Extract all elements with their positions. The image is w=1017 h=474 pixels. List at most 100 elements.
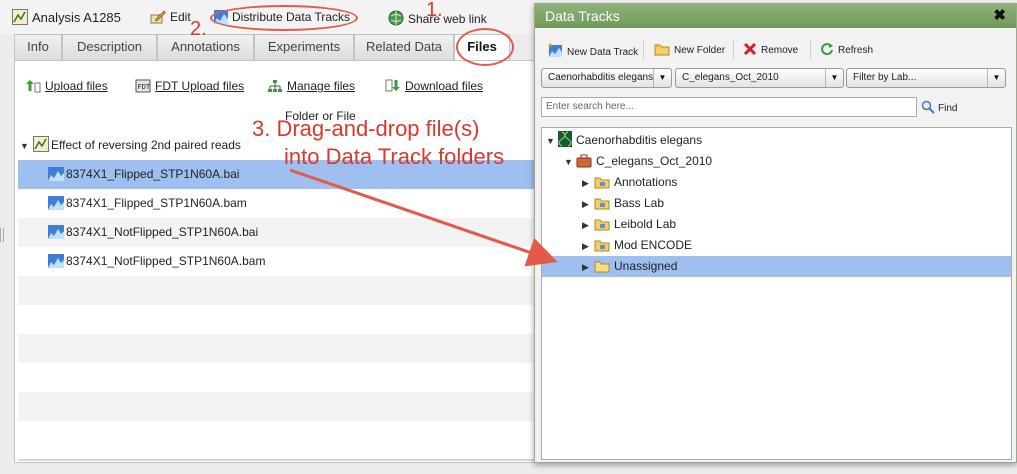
lab-filter-select[interactable]: Filter by Lab... ▼ <box>846 68 1006 88</box>
manage-files-button[interactable]: Manage files <box>267 79 355 96</box>
file-row[interactable]: 8374X1_NotFlipped_STP1N60A.bai <box>18 218 543 247</box>
tree-node-folder-bass-lab[interactable]: ▶ Bass Lab <box>582 193 1002 214</box>
folder-icon <box>594 259 610 280</box>
folder-name: Leibold Lab <box>614 217 677 231</box>
search-input[interactable]: Enter search here... <box>541 97 917 117</box>
expand-triangle-icon[interactable]: ▶ <box>582 194 594 215</box>
svg-text:✦: ✦ <box>654 42 660 50</box>
genome-build-select-value: C_elegans_Oct_2010 <box>682 72 779 83</box>
file-row[interactable]: 8374X1_NotFlipped_STP1N60A.bam <box>18 247 543 279</box>
new-folder-button[interactable]: ✦ New Folder <box>654 42 725 59</box>
fdt-icon: FDT <box>135 79 151 96</box>
red-x-icon <box>743 42 757 59</box>
new-folder-icon: ✦ <box>654 42 670 59</box>
expand-triangle-icon[interactable]: ▶ <box>582 236 594 257</box>
new-data-track-button[interactable]: ✦ New Data Track <box>547 41 639 61</box>
toolbar-separator <box>643 40 644 60</box>
folder-name: Annotations <box>614 175 678 189</box>
refresh-button[interactable]: Refresh <box>820 42 873 59</box>
annotation-step-1: 1. <box>426 0 443 21</box>
new-data-track-icon: ✦ <box>547 41 563 61</box>
annotation-step-3-line-1: 3. Drag-and-drop file(s) <box>252 116 480 141</box>
chevron-down-icon: ▼ <box>825 69 843 87</box>
manage-label: Manage files <box>287 79 356 93</box>
genome-build-name: C_elegans_Oct_2010 <box>596 154 713 168</box>
pencil-icon <box>150 10 166 27</box>
collapse-triangle-icon[interactable]: ▼ <box>546 131 558 152</box>
search-icon <box>921 100 935 117</box>
analysis-title: Analysis A1285 <box>12 9 121 28</box>
data-tracks-tree: ▼ Caenorhabditis elegans ▼ C_elegans_Oct… <box>541 127 1012 460</box>
refresh-icon <box>820 42 834 59</box>
remove-label: Remove <box>761 45 799 56</box>
remove-button[interactable]: Remove <box>743 42 798 59</box>
folder-name: Unassigned <box>614 259 678 273</box>
download-files-button[interactable]: Download files <box>385 79 483 96</box>
find-label: Find <box>938 103 958 114</box>
download-label: Download files <box>405 79 484 93</box>
panel-resize-handle[interactable] <box>0 228 4 242</box>
dialog-title-bar[interactable]: Data Tracks ✖ <box>535 4 1016 28</box>
toolbar-separator <box>733 40 734 60</box>
refresh-label: Refresh <box>838 45 874 56</box>
tab-experiments[interactable]: Experiments <box>254 34 354 60</box>
organism-select[interactable]: Caenorhabditis elegans ▼ <box>541 68 672 88</box>
empty-row <box>18 363 543 392</box>
empty-row <box>18 276 543 305</box>
file-name: 8374X1_NotFlipped_STP1N60A.bam <box>66 254 266 268</box>
collapse-triangle-icon[interactable]: ▼ <box>20 132 30 161</box>
tree-node-genome-build[interactable]: ▼ C_elegans_Oct_2010 <box>564 151 1004 172</box>
edit-label: Edit <box>170 10 191 24</box>
tree-node-folder-annotations[interactable]: ▶ Annotations <box>582 172 1002 193</box>
globe-icon <box>388 10 404 29</box>
annotation-step-3-line-2: into Data Track folders <box>284 144 505 169</box>
svg-text:FDT: FDT <box>138 83 151 91</box>
empty-row <box>18 421 543 450</box>
analysis-title-text: Analysis A1285 <box>32 10 121 25</box>
empty-row <box>18 392 543 421</box>
tree-node-folder-unassigned[interactable]: ▶ Unassigned <box>542 256 1011 277</box>
file-name: 8374X1_Flipped_STP1N60A.bai <box>66 167 240 181</box>
new-data-track-label: New Data Track <box>567 47 639 58</box>
collapse-triangle-icon[interactable]: ▼ <box>564 152 576 173</box>
chevron-down-icon: ▼ <box>987 69 1005 87</box>
upload-files-button[interactable]: Upload files <box>25 79 108 96</box>
data-track-file-icon <box>48 250 64 279</box>
expand-triangle-icon[interactable]: ▶ <box>582 215 594 236</box>
tree-node-organism[interactable]: ▼ Caenorhabditis elegans <box>546 130 1006 151</box>
highlight-oval-files-tab <box>456 28 514 66</box>
dialog-title: Data Tracks <box>545 8 620 24</box>
data-track-file-icon <box>48 163 64 192</box>
empty-row <box>18 334 543 363</box>
hierarchy-icon <box>267 79 283 96</box>
genome-build-select[interactable]: C_elegans_Oct_2010 ▼ <box>675 68 844 88</box>
lab-filter-select-value: Filter by Lab... <box>853 72 917 83</box>
annotation-step-2: 2. <box>190 18 207 40</box>
folder-name: Mod ENCODE <box>614 238 693 252</box>
file-row[interactable]: 8374X1_Flipped_STP1N60A.bam <box>18 189 543 221</box>
organism-select-value: Caenorhabditis elegans <box>548 72 654 83</box>
analysis-icon <box>12 9 28 28</box>
tree-node-folder-leibold-lab[interactable]: ▶ Leibold Lab <box>582 214 1002 235</box>
tab-description[interactable]: Description <box>62 34 157 60</box>
new-folder-label: New Folder <box>674 45 726 56</box>
files-grid: ▼ Effect of reversing 2nd paired reads 8… <box>18 131 543 457</box>
expand-triangle-icon[interactable]: ▶ <box>582 257 594 278</box>
file-name: 8374X1_Flipped_STP1N60A.bam <box>66 196 247 210</box>
folder-name: Effect of reversing 2nd paired reads <box>51 138 241 152</box>
download-icon <box>385 79 401 96</box>
find-button[interactable]: Find <box>921 100 957 117</box>
tab-related-data[interactable]: Related Data <box>354 34 454 60</box>
edit-button[interactable]: Edit <box>150 10 191 27</box>
svg-text:✦: ✦ <box>547 42 554 50</box>
data-tracks-dialog: Data Tracks ✖ ✦ New Data Track ✦ New Fol… <box>534 3 1017 463</box>
tab-info[interactable]: Info <box>14 34 62 60</box>
fdt-upload-button[interactable]: FDT FDT Upload files <box>135 79 244 96</box>
analysis-folder-icon <box>33 134 49 163</box>
expand-triangle-icon[interactable]: ▶ <box>582 173 594 194</box>
toolbar-separator <box>810 40 811 60</box>
close-icon[interactable]: ✖ <box>993 4 1006 28</box>
tree-node-folder-mod-encode[interactable]: ▶ Mod ENCODE <box>582 235 1002 256</box>
data-track-file-icon <box>48 192 64 221</box>
empty-row <box>18 305 543 334</box>
